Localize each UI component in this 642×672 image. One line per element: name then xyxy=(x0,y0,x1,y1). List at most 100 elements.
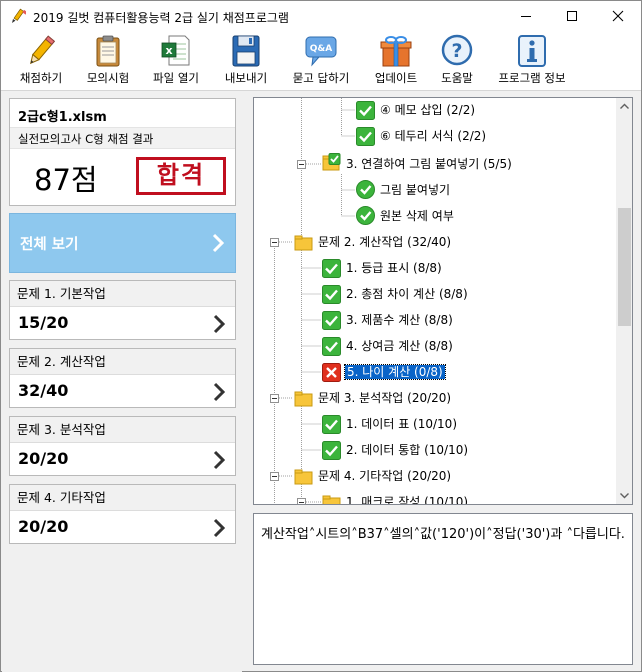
result-card: 2급c형1.xlsm 실전모의고사 C형 채점 결과 87점 합격 xyxy=(9,98,236,206)
section-score: 15/20 xyxy=(18,313,69,332)
toolbar-label: 파일 열기 xyxy=(153,71,199,85)
check-icon xyxy=(322,311,341,330)
grade-button[interactable]: 채점하기 xyxy=(9,34,73,88)
title-bar[interactable]: 2019 길벗 컴퓨터활용능력 2급 실기 채점프로그램 xyxy=(1,1,641,31)
collapse-icon[interactable] xyxy=(270,394,279,403)
check-circle-icon xyxy=(356,206,375,225)
result-subtitle: 실전모의고사 C형 채점 결과 xyxy=(10,127,235,149)
collapse-icon[interactable] xyxy=(270,238,279,247)
folder-icon xyxy=(294,235,313,251)
check-icon xyxy=(322,259,341,278)
toolbar: 채점하기 모의시험 x 파일 열기 내보내기 Q&A 묻고 답하기 업데이트 ?… xyxy=(1,31,641,91)
scroll-down-icon[interactable] xyxy=(616,487,633,504)
check-icon xyxy=(356,101,375,120)
chevron-right-icon xyxy=(213,450,225,470)
tree-node-selected[interactable]: 5. 나이 계산 (0/8) xyxy=(344,362,446,382)
cross-icon xyxy=(322,363,341,382)
section-card-4[interactable]: 문제 4. 기타작업 20/20 xyxy=(9,484,236,544)
tree-node[interactable]: 4. 상여금 계산 (8/8) xyxy=(346,336,453,356)
toolbar-label: 묻고 답하기 xyxy=(292,71,350,85)
chevron-right-icon xyxy=(212,233,224,253)
detail-message-box[interactable]: 계산작업˄시트의˄B37˄셀의˄값('120')이˄정답('30')과 ˄다릅니… xyxy=(253,513,633,665)
check-icon xyxy=(322,441,341,460)
tree-node[interactable]: 문제 4. 기타작업 (20/20) xyxy=(318,466,451,486)
pencil-icon xyxy=(29,35,56,65)
maximize-button[interactable] xyxy=(549,1,595,31)
help-question-icon: ? xyxy=(441,34,473,66)
section-title: 문제 4. 기타작업 xyxy=(10,485,235,511)
all-view-button[interactable]: 전체 보기 xyxy=(9,213,236,273)
toolbar-label: 도움말 xyxy=(441,71,473,85)
export-button[interactable]: 내보내기 xyxy=(215,34,277,88)
close-button[interactable] xyxy=(595,1,641,31)
help-button[interactable]: ? 도움말 xyxy=(431,34,483,88)
section-score: 20/20 xyxy=(18,449,69,468)
tree-node[interactable]: 2. 데이터 통합 (10/10) xyxy=(346,440,468,460)
check-icon xyxy=(322,285,341,304)
gift-box-icon xyxy=(380,36,412,67)
qa-bubble-icon: Q&A xyxy=(305,36,337,67)
all-view-label: 전체 보기 xyxy=(20,237,79,253)
toolbar-label: 업데이트 xyxy=(374,71,418,85)
section-score: 20/20 xyxy=(18,517,69,536)
collapse-icon[interactable] xyxy=(297,160,306,169)
section-title: 문제 2. 계산작업 xyxy=(10,349,235,375)
check-circle-icon xyxy=(356,180,375,199)
excel-file-icon: x xyxy=(161,35,190,66)
clipboard-icon xyxy=(96,35,120,67)
tree-node[interactable]: 1. 데이터 표 (10/10) xyxy=(346,414,457,434)
folder-icon xyxy=(294,391,313,407)
floppy-disk-icon xyxy=(232,35,260,67)
check-icon xyxy=(356,127,375,146)
qa-button[interactable]: Q&A 묻고 답하기 xyxy=(283,34,359,88)
scroll-thumb[interactable] xyxy=(618,208,631,326)
detail-message: 계산작업˄시트의˄B37˄셀의˄값('120')이˄정답('30')과 ˄다릅니… xyxy=(261,527,625,542)
tree-node[interactable]: 3. 제품수 계산 (8/8) xyxy=(346,310,453,330)
tree-node[interactable]: 문제 3. 분석작업 (20/20) xyxy=(318,388,451,408)
tree-node[interactable]: 원본 삭제 여부 xyxy=(380,206,454,226)
chevron-right-icon xyxy=(213,382,225,402)
toolbar-label: 내보내기 xyxy=(224,71,268,85)
tree-scrollbar[interactable] xyxy=(616,98,633,504)
section-title: 문제 1. 기본작업 xyxy=(10,281,235,307)
check-icon xyxy=(322,337,341,356)
folder-icon xyxy=(294,469,313,485)
svg-text:x: x xyxy=(165,44,172,57)
tree-node[interactable]: ⑥ 테두리 서식 (2/2) xyxy=(380,126,486,146)
folder-icon xyxy=(322,495,341,504)
toolbar-label: 프로그램 정보 xyxy=(498,71,566,85)
tree-node[interactable]: 1. 등급 표시 (8/8) xyxy=(346,258,442,278)
collapse-icon[interactable] xyxy=(270,472,279,481)
maximize-icon xyxy=(567,11,577,21)
pass-stamp: 합격 xyxy=(136,157,226,195)
toolbar-label: 모의시험 xyxy=(86,71,130,85)
info-icon xyxy=(518,35,546,67)
section-card-3[interactable]: 문제 3. 분석작업 20/20 xyxy=(9,416,236,476)
result-tree[interactable]: ④ 메모 삽입 (2/2) ⑥ 테두리 서식 (2/2) 3. 연결하여 그림 … xyxy=(253,97,633,505)
scroll-up-icon[interactable] xyxy=(616,98,633,115)
section-card-2[interactable]: 문제 2. 계산작업 32/40 xyxy=(9,348,236,408)
update-button[interactable]: 업데이트 xyxy=(365,34,427,88)
right-pane: ④ 메모 삽입 (2/2) ⑥ 테두리 서식 (2/2) 3. 연결하여 그림 … xyxy=(247,93,639,669)
tree-node[interactable]: ④ 메모 삽입 (2/2) xyxy=(380,100,475,120)
tree-node[interactable]: 3. 연결하여 그림 붙여넣기 (5/5) xyxy=(346,154,512,174)
app-pencil-icon xyxy=(12,8,26,23)
toolbar-label: 채점하기 xyxy=(19,71,63,85)
window-title: 2019 길벗 컴퓨터활용능력 2급 실기 채점프로그램 xyxy=(33,11,289,25)
tree-node[interactable]: 문제 2. 계산작업 (32/40) xyxy=(318,232,451,252)
mock-exam-button[interactable]: 모의시험 xyxy=(77,34,139,88)
section-card-1[interactable]: 문제 1. 기본작업 15/20 xyxy=(9,280,236,340)
close-icon xyxy=(612,10,624,22)
check-icon xyxy=(322,415,341,434)
minimize-button[interactable] xyxy=(503,1,549,31)
result-filename: 2급c형1.xlsm xyxy=(18,110,107,125)
tree-node[interactable]: 그림 붙여넣기 xyxy=(380,180,450,200)
open-file-button[interactable]: x 파일 열기 xyxy=(143,34,209,88)
tree-node[interactable]: 2. 총점 차이 계산 (8/8) xyxy=(346,284,468,304)
section-title: 문제 3. 분석작업 xyxy=(10,417,235,443)
section-score: 32/40 xyxy=(18,381,69,400)
collapse-icon[interactable] xyxy=(297,498,306,505)
minimize-icon xyxy=(521,16,531,17)
tree-node[interactable]: 1. 매크로 작성 (10/10) xyxy=(346,492,468,504)
program-info-button[interactable]: 프로그램 정보 xyxy=(489,34,575,88)
